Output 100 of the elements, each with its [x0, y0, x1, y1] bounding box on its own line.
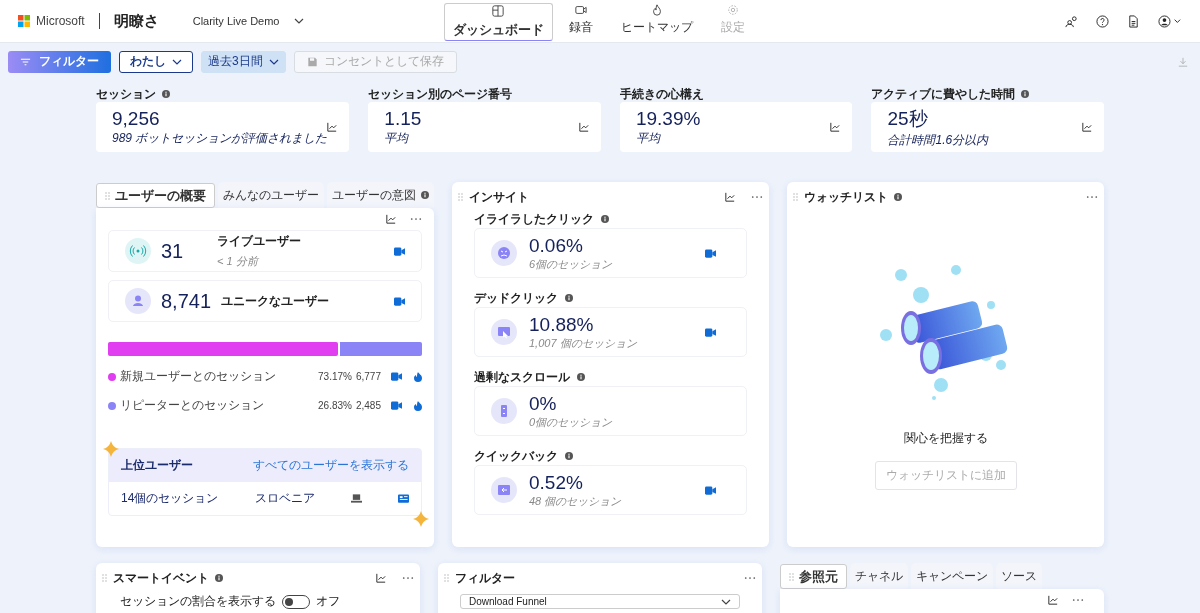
more-icon[interactable] [751, 195, 763, 199]
chevron-down-icon [172, 58, 182, 65]
info-icon[interactable] [601, 215, 609, 223]
drag-handle-icon[interactable] [105, 191, 110, 200]
info-icon[interactable] [565, 294, 573, 302]
more-icon[interactable] [1072, 598, 1084, 602]
funnel-select[interactable]: Download Funnel [460, 594, 740, 609]
kpi-value: 25秒 [887, 106, 929, 131]
metric-note: 48 個のセッション [529, 493, 623, 509]
panel-tab[interactable]: キャンペーン [911, 563, 993, 589]
legend-count: 6,777 [355, 371, 381, 382]
info-icon[interactable] [565, 452, 573, 460]
legend-label: 新規ユーザーとのセッション [120, 368, 277, 385]
flame-icon[interactable] [414, 400, 422, 411]
metric-note: 0個のセッション [529, 414, 614, 430]
laptop-icon [350, 494, 362, 503]
people-icon[interactable] [1065, 14, 1078, 28]
sparkle-icon [103, 441, 119, 457]
view-all-link[interactable]: すべてのユーザーを表示する [253, 457, 409, 474]
kpi-label: セッション [96, 85, 156, 103]
chart-icon[interactable] [1048, 595, 1058, 605]
drag-handle-icon[interactable] [102, 574, 107, 582]
chart-icon[interactable] [1082, 122, 1092, 132]
video-icon[interactable] [705, 485, 716, 495]
chart-icon[interactable] [386, 214, 396, 224]
nav-tab[interactable]: ダッシュボード [443, 2, 553, 41]
save-icon [306, 56, 318, 67]
more-icon[interactable] [744, 576, 756, 580]
filter-button[interactable]: フィルター [8, 50, 111, 73]
video-icon[interactable] [394, 296, 405, 306]
account-icon[interactable] [1158, 14, 1182, 28]
help-icon[interactable] [1096, 14, 1109, 28]
stat-value: 8,741 [161, 289, 212, 313]
broadcast-icon [125, 238, 151, 264]
chart-icon[interactable] [830, 122, 841, 132]
toggle-state: オフ [316, 593, 340, 610]
table-title: 上位ユーザー [121, 457, 193, 474]
phone-scroll-icon [491, 398, 517, 424]
kpi-value: 1.15 [384, 107, 423, 130]
video-icon[interactable] [705, 327, 716, 337]
drag-handle-icon[interactable] [444, 574, 449, 582]
video-icon[interactable] [391, 401, 402, 410]
nav-tab[interactable]: 録音 [556, 1, 605, 41]
toggle-label: セッションの割合を表示する [120, 593, 276, 610]
info-icon[interactable] [421, 191, 429, 199]
table-cell: 14個のセッション [121, 490, 219, 507]
document-icon[interactable] [1127, 14, 1140, 28]
user-dropdown[interactable]: わたし [119, 50, 193, 73]
info-icon[interactable] [1021, 90, 1030, 98]
info-icon[interactable] [162, 90, 170, 98]
project-dropdown[interactable]: Clarity Live Demo [192, 15, 304, 27]
drag-handle-icon[interactable] [789, 572, 794, 581]
dashboard-icon [492, 4, 504, 17]
legend-percent: 73.17% [318, 371, 352, 382]
metric-value: 0% [529, 392, 558, 415]
video-icon[interactable] [391, 372, 402, 381]
kpi-value: 9,256 [112, 107, 161, 130]
panel-tab[interactable]: 参照元 [780, 564, 847, 589]
kpi-label: セッション別のページ番号 [368, 85, 513, 103]
cursor-icon [491, 319, 517, 345]
chart-icon[interactable] [578, 122, 589, 132]
stat-label: ユニークなユーザー [221, 292, 331, 310]
video-icon[interactable] [705, 248, 716, 258]
id-card-icon[interactable] [397, 494, 409, 503]
info-icon[interactable] [577, 373, 585, 381]
legend-percent: 26.83% [318, 400, 352, 411]
flame-icon [650, 3, 663, 16]
chart-icon[interactable] [376, 573, 386, 583]
date-dropdown[interactable]: 過去3日間 [201, 50, 286, 73]
info-icon[interactable] [894, 193, 902, 201]
panel-tab[interactable]: チャネル [850, 563, 908, 589]
more-icon[interactable] [410, 217, 422, 221]
drag-handle-icon[interactable] [458, 193, 463, 201]
app-name: 明瞭さ [113, 11, 159, 31]
filter-icon [20, 56, 31, 67]
panel-tab[interactable]: みんなのユーザー [218, 182, 324, 208]
drag-handle-icon[interactable] [793, 193, 798, 201]
panel-tab[interactable]: ユーザーの概要 [96, 183, 215, 208]
chart-icon[interactable] [327, 122, 338, 132]
kpi-note: 平均 [384, 129, 410, 147]
kpi-label: 手続きの心構え [619, 85, 704, 103]
kpi-value: 19.39% [635, 107, 702, 130]
video-icon[interactable] [394, 246, 405, 256]
angry-face-icon [491, 240, 517, 266]
metric-value: 10.88% [529, 313, 595, 336]
info-icon[interactable] [215, 574, 223, 582]
more-icon[interactable] [402, 576, 414, 580]
metric-note: 1,007 個のセッション [529, 335, 638, 351]
chevron-down-icon [293, 18, 304, 24]
nav-tab[interactable]: ヒートマップ [608, 1, 705, 41]
legend-count: 2,485 [355, 400, 381, 411]
chart-icon[interactable] [725, 192, 735, 202]
more-icon[interactable] [1086, 195, 1098, 199]
video-icon [574, 3, 587, 16]
panel-tab[interactable]: ユーザーの意図 [327, 182, 434, 208]
chevron-down-icon [721, 598, 731, 605]
kpi-note: 989 ボットセッションが評価されました [112, 129, 328, 147]
toggle-switch[interactable] [282, 594, 310, 609]
flame-icon[interactable] [414, 371, 422, 382]
panel-tab[interactable]: ソース [996, 563, 1042, 589]
